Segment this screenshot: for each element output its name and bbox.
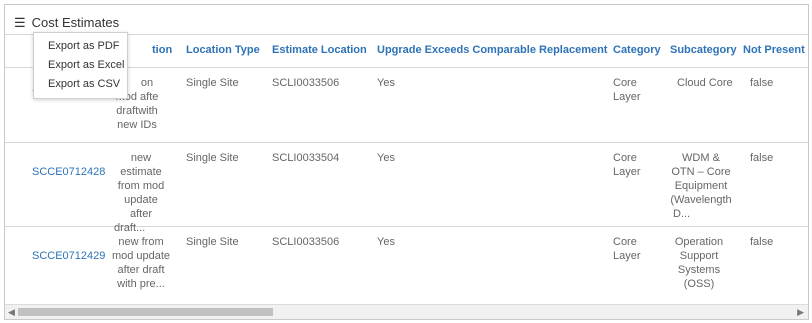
- column-header-upgrade[interactable]: Upgrade Exceeds Comparable Replacement: [377, 44, 607, 56]
- column-header-category[interactable]: Category: [613, 44, 661, 56]
- description-cell: new estimate from mod update after draft…: [114, 152, 165, 234]
- location-type-cell: Single Site: [186, 236, 239, 248]
- estimate-location-cell: SCLI0033504: [272, 152, 340, 164]
- subcategory-cell: WDM & OTN – Core Equipment (Wavelength D…: [670, 152, 732, 220]
- column-header-subcategory[interactable]: Subcategory: [670, 44, 737, 56]
- location-type-cell: Single Site: [186, 152, 239, 164]
- not-present-cell: false: [750, 152, 774, 164]
- horizontal-scrollbar[interactable]: ◀ ▶: [5, 304, 808, 319]
- panel-header: ☰ Cost Estimates: [14, 15, 119, 30]
- category-cell: Core Layer: [613, 236, 641, 262]
- estimate-id-link[interactable]: SCCE0712428: [32, 165, 105, 179]
- upgrade-cell: Yes: [377, 152, 395, 164]
- column-header-not-present[interactable]: Not Present: [743, 44, 805, 56]
- description-cell: new from mod update after draft with pre…: [111, 236, 171, 290]
- estimate-id-link[interactable]: SCCE0712429: [32, 249, 105, 263]
- column-header-location-type[interactable]: Location Type: [186, 44, 260, 56]
- estimate-location-cell: SCLI0033506: [272, 236, 340, 248]
- cost-estimates-panel: ☰ Cost Estimates tion Location Type Esti…: [4, 4, 809, 320]
- export-csv-item[interactable]: Export as CSV: [34, 75, 127, 94]
- estimate-location-cell: SCLI0033506: [272, 77, 340, 89]
- export-menu: Export as PDF Export as Excel Export as …: [33, 32, 128, 99]
- upgrade-cell: Yes: [377, 77, 395, 89]
- subcategory-cell: Operation Support Systems (OSS): [674, 236, 724, 290]
- scroll-left-icon[interactable]: ◀: [8, 307, 15, 318]
- category-cell: Core Layer: [613, 77, 641, 103]
- export-pdf-item[interactable]: Export as PDF: [34, 37, 127, 56]
- export-excel-item[interactable]: Export as Excel: [34, 56, 127, 75]
- category-cell: Core Layer: [613, 152, 641, 178]
- table-row[interactable]: SCCE0712428 new estimate from mod update…: [5, 142, 808, 234]
- column-header-estimate-location[interactable]: Estimate Location: [272, 44, 367, 56]
- scrollbar-thumb[interactable]: [18, 308, 273, 316]
- table-row[interactable]: SCCE0712429 new from mod update after dr…: [5, 226, 808, 302]
- column-header-description[interactable]: tion: [152, 44, 172, 56]
- not-present-cell: false: [750, 77, 774, 89]
- location-type-cell: Single Site: [186, 77, 239, 89]
- scroll-right-icon[interactable]: ▶: [797, 307, 804, 318]
- upgrade-cell: Yes: [377, 236, 395, 248]
- panel-title: Cost Estimates: [31, 15, 120, 30]
- not-present-cell: false: [750, 236, 774, 248]
- subcategory-cell: Cloud Core: [677, 77, 733, 89]
- hamburger-icon[interactable]: ☰: [14, 16, 26, 29]
